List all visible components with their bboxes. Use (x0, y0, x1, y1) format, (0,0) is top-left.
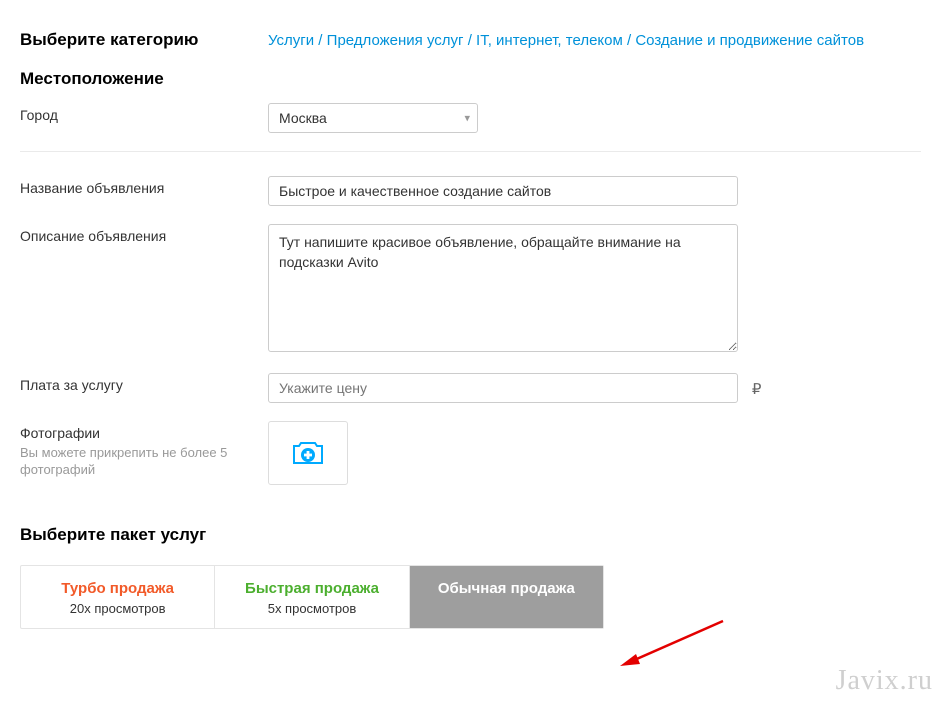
watermark: Javix.ru (836, 665, 933, 697)
package-turbo[interactable]: Турбо продажа 20x просмотров (21, 566, 215, 628)
ad-description-label: Описание объявления (20, 224, 268, 244)
breadcrumb-link[interactable]: Услуги (268, 32, 314, 49)
package-fast[interactable]: Быстрая продажа 5x просмотров (215, 566, 409, 628)
package-normal[interactable]: Обычная продажа (410, 566, 603, 628)
city-select[interactable]: Москва (268, 103, 478, 133)
service-fee-label: Плата за услугу (20, 373, 268, 393)
ad-description-input[interactable]: Тут напишите красивое объявление, обраща… (268, 224, 738, 352)
package-turbo-title: Турбо продажа (29, 580, 206, 597)
package-normal-title: Обычная продажа (418, 580, 595, 597)
location-heading: Местоположение (20, 69, 268, 89)
price-input[interactable] (268, 373, 738, 403)
photos-label-block: Фотографии Вы можете прикрепить не более… (20, 421, 268, 479)
ad-title-label: Название объявления (20, 176, 268, 196)
camera-add-icon (291, 439, 325, 467)
breadcrumb-link[interactable]: Предложения услуг (327, 32, 464, 49)
photos-label: Фотографии (20, 425, 100, 441)
breadcrumb-link[interactable]: Создание и продвижение сайтов (635, 32, 864, 49)
divider (20, 151, 921, 152)
breadcrumb-link[interactable]: IT, интернет, телеком (476, 32, 623, 49)
ad-title-input[interactable] (268, 176, 738, 206)
photos-hint: Вы можете прикрепить не более 5 фотограф… (20, 445, 268, 479)
select-category-heading: Выберите категорию (20, 30, 268, 50)
category-breadcrumb: Услуги / Предложения услуг / IT, интерне… (268, 30, 921, 51)
package-selector: Турбо продажа 20x просмотров Быстрая про… (20, 565, 604, 629)
package-fast-title: Быстрая продажа (223, 580, 400, 597)
package-fast-sub: 5x просмотров (223, 601, 400, 616)
package-turbo-sub: 20x просмотров (29, 601, 206, 616)
city-label: Город (20, 103, 268, 123)
select-package-heading: Выберите пакет услуг (20, 525, 921, 545)
currency-symbol: ₽ (752, 381, 762, 398)
breadcrumb-sep: / (314, 32, 327, 49)
breadcrumb-sep: / (623, 32, 636, 49)
photo-upload-button[interactable] (268, 421, 348, 485)
breadcrumb-sep: / (464, 32, 477, 49)
arrow-annotation-icon (618, 616, 728, 670)
